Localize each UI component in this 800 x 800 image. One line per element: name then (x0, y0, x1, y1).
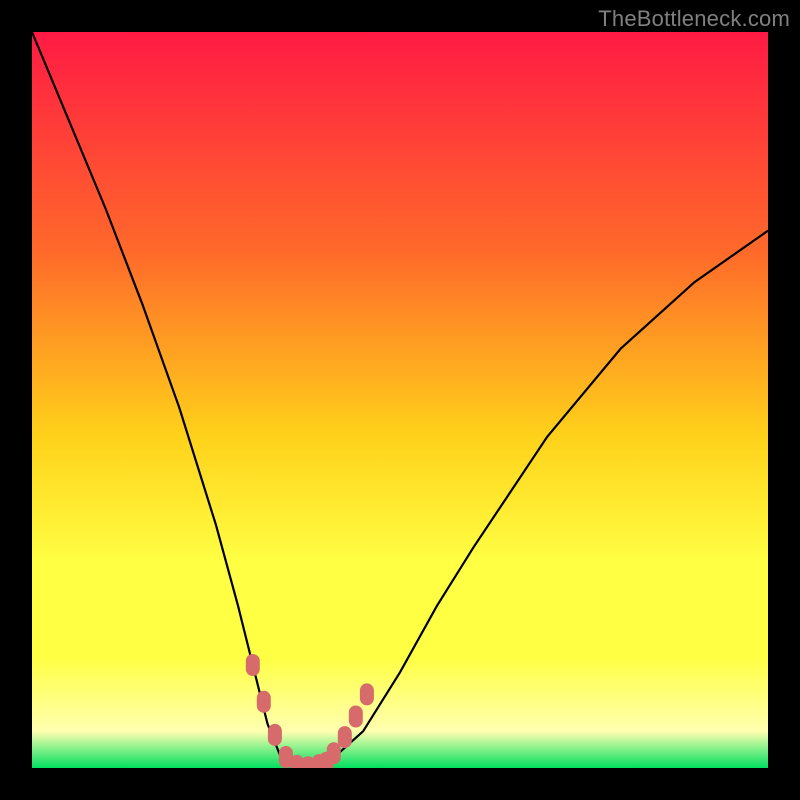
marker-dot (257, 691, 271, 713)
marker-dot (349, 706, 363, 728)
marker-dot (338, 726, 352, 748)
watermark-text: TheBottleneck.com (598, 6, 790, 32)
gradient-background (32, 32, 768, 768)
marker-dot (268, 724, 282, 746)
marker-dot (360, 683, 374, 705)
chart-frame: TheBottleneck.com (0, 0, 800, 800)
bottleneck-chart (32, 32, 768, 768)
plot-area (32, 32, 768, 768)
marker-dot (327, 742, 341, 764)
marker-dot (246, 654, 260, 676)
